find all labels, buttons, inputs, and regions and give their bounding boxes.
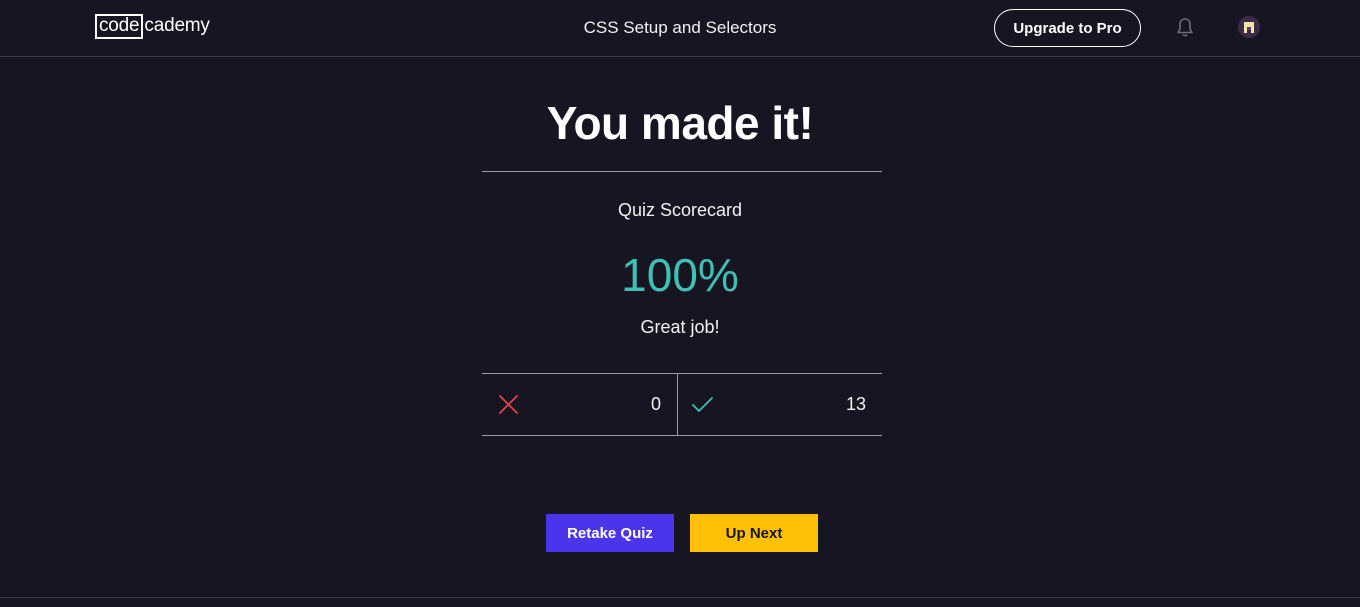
scorecard-label: Quiz Scorecard xyxy=(617,200,743,220)
lesson-title: CSS Setup and Selectors xyxy=(583,18,777,37)
footer-divider xyxy=(0,597,1360,598)
check-icon xyxy=(692,394,713,415)
bell-icon[interactable] xyxy=(1175,17,1195,39)
score-percentage: 100% xyxy=(621,249,739,301)
up-next-button[interactable]: Up Next xyxy=(690,514,818,552)
x-icon xyxy=(498,394,519,415)
divider xyxy=(482,171,882,172)
incorrect-count: 0 xyxy=(650,394,661,414)
correct-count-cell: 13 xyxy=(677,374,882,435)
answer-tally: 0 13 xyxy=(482,374,882,436)
top-navigation-bar: code cademy CSS Setup and Selectors Upgr… xyxy=(0,0,1360,57)
avatar[interactable] xyxy=(1238,16,1260,38)
score-message: Great job! xyxy=(640,317,720,337)
divider xyxy=(482,435,882,436)
incorrect-count-cell: 0 xyxy=(482,374,677,435)
completion-heading: You made it! xyxy=(546,97,814,149)
retake-quiz-button[interactable]: Retake Quiz xyxy=(546,514,674,552)
upgrade-to-pro-button[interactable]: Upgrade to Pro xyxy=(994,9,1141,47)
correct-count: 13 xyxy=(845,394,866,414)
